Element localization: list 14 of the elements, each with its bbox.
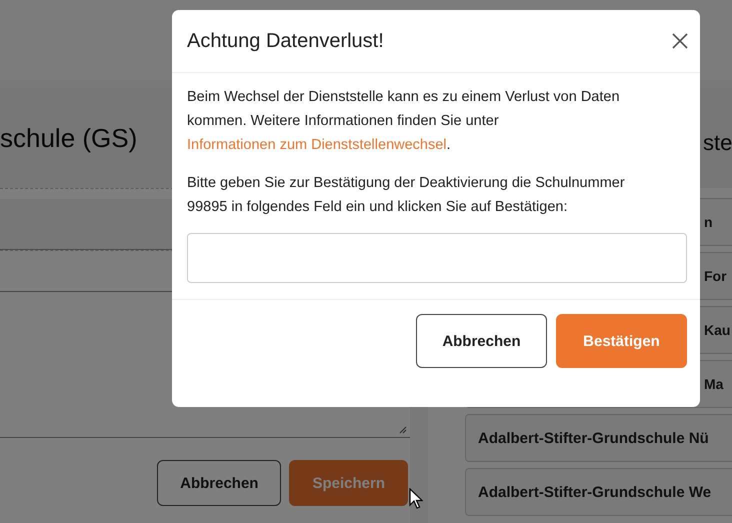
panel-title: schule (GS) — [0, 122, 138, 154]
list-item[interactable]: Adalbert-Stifter-Grundschule We — [465, 468, 732, 516]
close-icon[interactable] — [672, 33, 688, 49]
cancel-button[interactable]: Abbrechen — [416, 314, 547, 368]
confirm-button[interactable]: Bestätigen — [556, 314, 687, 368]
info-link[interactable]: Informationen zum Dienststellenwechsel — [187, 137, 447, 153]
panel-title: ste — [703, 130, 732, 156]
list-item[interactable]: Adalbert-Stifter-Grundschule Nü — [465, 414, 732, 462]
instruction-text: Bitte geben Sie zur Bestätigung der Deaktivierung die Schulnummer 99895 in folgendes Feld ein und klicken Sie auf Bestätigen: — [187, 174, 626, 217]
cancel-button[interactable]: Abbrechen — [157, 460, 282, 506]
info-text: Beim Wechsel der Dienststelle kann es zu einem Verlust von Daten kommen. Weitere Informationen finden Sie unter Informationen zum Dienststellenwechsel. — [187, 88, 621, 155]
dialog-title: Achtung Datenverlust! — [187, 30, 384, 52]
resize-grip-icon — [399, 426, 407, 434]
input-field[interactable] — [187, 233, 687, 283]
